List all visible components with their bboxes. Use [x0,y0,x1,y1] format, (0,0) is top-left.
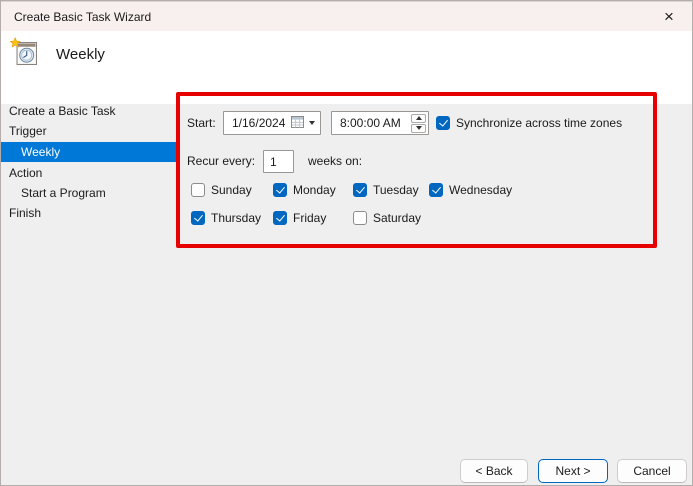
day-checkbox-friday[interactable]: Friday [273,210,326,226]
weekly-trigger-icon [10,37,41,71]
recur-every-label: Recur every: [187,150,255,173]
calendar-icon [291,116,304,131]
sidebar-item-trigger[interactable]: Trigger [1,121,176,141]
sync-timezones-checkbox[interactable]: Synchronize across time zones [436,115,622,131]
day-label: Sunday [211,183,252,197]
recur-weeks-value: 1 [270,155,277,169]
time-spinner [411,114,426,133]
start-date-value: 1/16/2024 [232,116,291,130]
start-label: Start: [187,111,216,135]
start-time-spinner-field[interactable]: 8:00:00 AM [331,111,429,135]
checkbox-icon[interactable] [429,183,443,197]
next-button[interactable]: Next > [538,459,608,483]
spin-down-icon[interactable] [411,124,426,133]
sidebar-item-create-a-basic-task[interactable]: Create a Basic Task [1,101,176,121]
checkbox-icon[interactable] [436,116,450,130]
sidebar-item-finish[interactable]: Finish [1,203,176,223]
day-label: Thursday [211,211,261,225]
sidebar-item-start-a-program[interactable]: Start a Program [1,183,176,203]
day-label: Monday [293,183,336,197]
checkbox-icon[interactable] [353,211,367,225]
spin-up-icon[interactable] [411,114,426,123]
create-basic-task-wizard-dialog: Create Basic Task Wizard × Weekly Create… [0,0,693,486]
start-date-picker[interactable]: 1/16/2024 [223,111,321,135]
sync-timezones-label: Synchronize across time zones [456,116,622,130]
day-label: Tuesday [373,183,419,197]
day-checkbox-saturday[interactable]: Saturday [353,210,421,226]
page-title: Weekly [56,46,105,63]
close-icon[interactable]: × [652,2,686,32]
weeks-on-label: weeks on: [308,150,362,173]
sidebar-item-action[interactable]: Action [1,163,176,183]
day-checkbox-tuesday[interactable]: Tuesday [353,182,419,198]
day-checkbox-wednesday[interactable]: Wednesday [429,182,512,198]
sidebar-item-weekly[interactable]: Weekly [1,142,176,162]
checkbox-icon[interactable] [273,211,287,225]
window-title: Create Basic Task Wizard [1,10,151,24]
checkbox-icon[interactable] [191,211,205,225]
checkbox-icon[interactable] [353,183,367,197]
day-label: Wednesday [449,183,512,197]
title-bar: Create Basic Task Wizard × [1,1,692,31]
cancel-button[interactable]: Cancel [617,459,687,483]
day-checkbox-thursday[interactable]: Thursday [191,210,261,226]
day-checkbox-sunday[interactable]: Sunday [191,182,252,198]
checkbox-icon[interactable] [273,183,287,197]
recur-weeks-input[interactable]: 1 [263,150,294,173]
start-time-value: 8:00:00 AM [340,116,411,130]
back-button[interactable]: < Back [460,459,528,483]
day-label: Saturday [373,211,421,225]
wizard-header: Weekly [1,31,692,104]
checkbox-icon[interactable] [191,183,205,197]
day-checkbox-monday[interactable]: Monday [273,182,336,198]
date-dropdown-arrow-icon[interactable] [309,121,315,125]
day-label: Friday [293,211,326,225]
